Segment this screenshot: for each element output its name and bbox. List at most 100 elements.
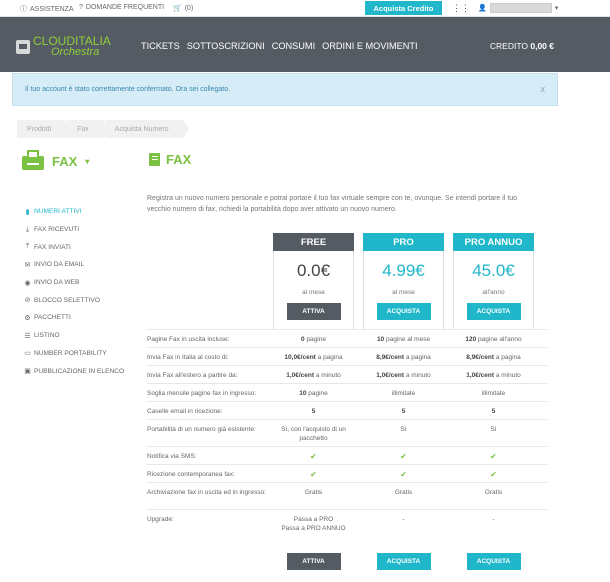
feature-value: 0 pagine bbox=[273, 335, 354, 344]
feature-row: Ricezione contemporanea fax: ✔ ✔ ✔ bbox=[147, 464, 547, 482]
feature-label: Invia Fax all'estero a partire da: bbox=[147, 372, 238, 379]
user-menu[interactable]: 👤 ▾ bbox=[478, 3, 558, 13]
nav-consumption[interactable]: CONSUMI bbox=[272, 41, 315, 51]
check-icon: ✔ bbox=[490, 470, 497, 479]
help-link[interactable]: ⓘ ASSISTENZA bbox=[20, 4, 74, 14]
feature-value-bold: 5 bbox=[401, 408, 406, 415]
sidebar-item-price-list[interactable]: ☰ LISTINO bbox=[24, 327, 134, 345]
info-icon: ⓘ bbox=[20, 6, 27, 13]
feature-value: 8,9€/cent a pagina bbox=[453, 353, 534, 362]
globe-icon: ◉ bbox=[24, 279, 31, 287]
buy-pro-button-bottom[interactable]: ACQUISTA bbox=[376, 553, 431, 570]
feature-label: Upgrade: bbox=[147, 516, 174, 523]
feature-label: Archiviazione fax in uscita ed in ingres… bbox=[147, 489, 266, 496]
feature-value: 10 pagine al mese bbox=[363, 335, 444, 344]
nav-tickets[interactable]: TICKETS bbox=[141, 41, 180, 51]
buy-pro-annual-button[interactable]: ACQUISTA bbox=[466, 303, 521, 320]
feature-label: Pagine Fax in uscita incluse: bbox=[147, 336, 230, 343]
feature-value-text: Gratis bbox=[394, 489, 413, 496]
feature-value-text: a pagina bbox=[404, 354, 431, 361]
sidebar-item-label: BLOCCO SELETTIVO bbox=[34, 296, 100, 304]
feature-value-bold: 1,0€/cent bbox=[466, 372, 495, 379]
feature-value: Sì, con l'acquisto di un pacchetto bbox=[273, 425, 354, 443]
credit-value: 0,00 € bbox=[530, 41, 554, 51]
feature-value: Gratis bbox=[363, 488, 444, 497]
feature-row: Pagine Fax in uscita incluse: 0 pagine 10 … bbox=[147, 329, 547, 347]
feature-value-text: a minuto bbox=[314, 372, 341, 379]
logo-line2: Orchestra bbox=[51, 46, 100, 58]
breadcrumb-fax[interactable]: Fax bbox=[67, 120, 109, 138]
price-period: all'anno bbox=[482, 289, 505, 296]
sidebar-item-number-portability[interactable]: ▭ NUMBER PORTABILITY bbox=[24, 345, 134, 363]
cart-link[interactable]: 🛒 (0) bbox=[173, 4, 193, 13]
feature-value: 8,9€/cent a pagina bbox=[363, 353, 444, 362]
top-utility-bar: ⓘ ASSISTENZA ? DOMANDE FREQUENTI 🛒 (0) A… bbox=[0, 0, 610, 17]
feature-value-text: a minuto bbox=[494, 372, 521, 379]
upload-icon: ⤒ bbox=[25, 243, 30, 251]
page-title: FAX bbox=[149, 152, 191, 167]
feature-value: 10,0€/cent a pagina bbox=[273, 353, 354, 362]
buy-credit-button[interactable]: Acquista Credito bbox=[365, 1, 442, 15]
sidebar-item-label: PACCHETTI bbox=[34, 314, 71, 322]
feature-row: Invia Fax in Italia al costo di: 10,0€/ce… bbox=[147, 347, 547, 365]
feature-value: Gratis bbox=[453, 488, 534, 497]
feature-row: Archiviazione fax in uscita ed in ingres… bbox=[147, 482, 547, 509]
buy-pro-annual-button-bottom[interactable]: ACQUISTA bbox=[466, 553, 521, 570]
logo-mark-icon bbox=[16, 40, 30, 54]
feature-value-bold: 1,0€/cent bbox=[376, 372, 405, 379]
sidebar-item-label: INVIO DA WEB bbox=[34, 279, 80, 287]
plan-header-free: FREE bbox=[273, 233, 354, 251]
sidebar: ▮ NUMERI ATTIVI ⤓ FAX RICEVUTI ⤒ FAX INV… bbox=[24, 203, 134, 380]
faq-link[interactable]: ? DOMANDE FREQUENTI bbox=[79, 4, 164, 11]
feature-value: 10 pagine bbox=[273, 389, 354, 398]
breadcrumb-buy-number: Acquista Numero bbox=[104, 120, 189, 138]
chevron-down-icon: ▾ bbox=[85, 156, 90, 166]
check-icon: ✔ bbox=[310, 452, 317, 461]
question-icon: ? bbox=[79, 4, 83, 11]
fax-icon bbox=[22, 150, 44, 172]
sidebar-item-received-fax[interactable]: ⤓ FAX RICEVUTI bbox=[24, 221, 134, 239]
check-icon: ✔ bbox=[400, 470, 407, 479]
breadcrumb-products[interactable]: Prodotti bbox=[17, 120, 72, 138]
feature-row: Soglia mensile pagine fax in ingresso: 10… bbox=[147, 383, 547, 401]
logo[interactable]: CLOUDITALIA Orchestra bbox=[16, 35, 111, 58]
feature-value-bold: 8,9€/cent bbox=[466, 354, 495, 361]
feature-value-bold: 1,0€/cent bbox=[286, 372, 315, 379]
nav-subscriptions[interactable]: SOTTOSCRIZIONI bbox=[187, 41, 265, 51]
feature-value: Passa a PRO Passa a PRO ANNUO bbox=[273, 515, 354, 533]
feature-value-text: a pagina bbox=[494, 354, 521, 361]
feature-value-bold: 5 bbox=[491, 408, 496, 415]
fax-section-selector[interactable]: FAX ▾ bbox=[22, 150, 89, 172]
feature-value-text: Passa a PRO Passa a PRO ANNUO bbox=[281, 516, 346, 532]
fax-section-title: FAX bbox=[52, 153, 78, 169]
sidebar-item-label: NUMERI ATTIVI bbox=[34, 208, 82, 216]
breadcrumb: Prodotti Fax Acquista Numero bbox=[17, 120, 189, 138]
feature-value-text: - bbox=[402, 516, 405, 523]
activate-free-button[interactable]: ATTIVA bbox=[286, 303, 341, 320]
feature-label: Notifica via SMS: bbox=[147, 453, 197, 460]
feature-value: 5 bbox=[363, 407, 444, 416]
feature-value: illimitate bbox=[363, 389, 444, 398]
chevron-down-icon: ▾ bbox=[554, 5, 559, 12]
sidebar-item-send-web[interactable]: ◉ INVIO DA WEB bbox=[24, 274, 134, 292]
activate-free-button-bottom[interactable]: ATTIVA bbox=[286, 553, 341, 570]
envelope-icon: ✉ bbox=[24, 261, 31, 269]
plan-header-pro: PRO bbox=[363, 233, 444, 251]
plan-header-pro-annual: PRO ANNUO bbox=[453, 233, 534, 251]
feature-value: 5 bbox=[453, 407, 534, 416]
sidebar-item-packages[interactable]: ⚙ PACCHETTI bbox=[24, 309, 134, 327]
success-alert: Il tuo account è stato correttamente con… bbox=[12, 73, 558, 106]
sidebar-item-selective-block[interactable]: ⊘ BLOCCO SELETTIVO bbox=[24, 291, 134, 309]
feature-value-text: pagine all'anno bbox=[476, 336, 522, 343]
nav-orders[interactable]: ORDINI E MOVIMENTI bbox=[322, 41, 417, 51]
sidebar-item-active-numbers[interactable]: ▮ NUMERI ATTIVI bbox=[24, 203, 134, 221]
alert-close-icon[interactable]: x bbox=[541, 84, 546, 94]
buy-pro-button[interactable]: ACQUISTA bbox=[376, 303, 431, 320]
feature-value-text: pagine al mese bbox=[384, 336, 431, 343]
feature-value-bold: 10,0€/cent bbox=[284, 354, 316, 361]
apps-grid-icon[interactable]: ⋮⋮ bbox=[452, 3, 470, 14]
feature-value-text: Gratis bbox=[484, 489, 503, 496]
sidebar-item-sent-fax[interactable]: ⤒ FAX INVIATI bbox=[24, 238, 134, 256]
sidebar-item-directory-listing[interactable]: ▣ PUBBLICAZIONE IN ELENCO bbox=[24, 362, 134, 380]
sidebar-item-send-email[interactable]: ✉ INVIO DA EMAIL bbox=[24, 256, 134, 274]
